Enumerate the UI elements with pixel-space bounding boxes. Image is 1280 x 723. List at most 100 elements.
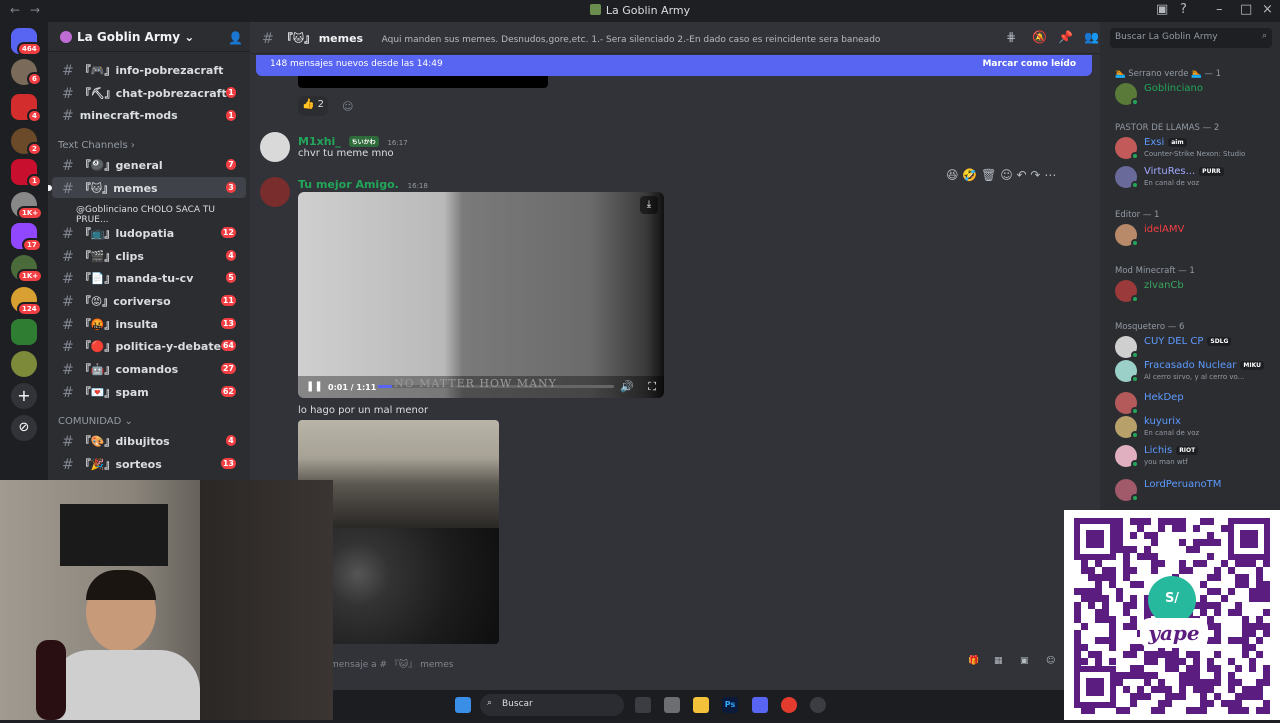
role-header: PASTOR DE LLAMAS — 2 xyxy=(1115,123,1220,133)
app-icon[interactable] xyxy=(810,697,826,713)
photoshop-icon[interactable]: Ps xyxy=(722,697,738,713)
volume-icon[interactable]: 🔊 xyxy=(620,380,634,393)
channel-politica-y-debate[interactable]: # 『🔴』politica-y-debate 64 xyxy=(52,335,246,356)
hash-icon: # xyxy=(262,31,274,47)
emoji-reaction-icon[interactable]: 🗑 xyxy=(981,168,996,182)
server-badge: 17 xyxy=(22,238,42,252)
tv-screen xyxy=(60,504,168,566)
member-name-text: Fracasado Nuclear xyxy=(1144,360,1237,371)
file-explorer-icon[interactable] xyxy=(693,697,709,713)
taskbar: ⌕ Buscar Ps xyxy=(333,690,1064,720)
member-activity: Al cerro sirvo, y al cerro vo... xyxy=(1144,373,1245,381)
member-name: CUY DEL CP SDLG xyxy=(1144,336,1232,347)
channel-spam[interactable]: # 『💌』spam 62 xyxy=(52,381,246,402)
forward-icon[interactable]: ↷ xyxy=(1030,168,1040,182)
add-server-icon[interactable]: + xyxy=(11,383,37,409)
maximize-icon[interactable]: □ xyxy=(1240,2,1252,17)
channel-dibujitos[interactable]: # 『🎨』dibujitos 4 xyxy=(52,430,246,451)
role-header: Editor — 1 xyxy=(1115,210,1160,220)
channel-general[interactable]: # 『🎱』general 7 xyxy=(52,154,246,175)
gif-icon[interactable]: ▦ xyxy=(994,656,1003,666)
help-icon[interactable]: ? xyxy=(1180,2,1187,17)
new-messages-bar[interactable]: 148 mensajes nuevos desde las 14:49 Marc… xyxy=(256,55,1092,76)
minimize-icon[interactable]: – xyxy=(1216,2,1223,17)
channel-chat-pobrezacraft[interactable]: # 『⛏』chat-pobrezacraft 1 xyxy=(52,82,246,103)
door xyxy=(200,480,333,720)
pause-icon[interactable]: ❚❚ xyxy=(306,381,323,392)
channel-insulta[interactable]: # 『🤬』insulta 13 xyxy=(52,313,246,334)
yape-logo: yape xyxy=(1140,618,1208,648)
search-icon: ⌕ xyxy=(1261,31,1267,41)
status-indicator xyxy=(1131,152,1139,160)
add-reaction-icon[interactable]: ☺ xyxy=(1000,168,1013,182)
reply-icon[interactable]: ↶ xyxy=(1017,168,1027,182)
download-icon[interactable]: ⤓ xyxy=(640,196,658,214)
mark-as-read-button[interactable]: Marcar como leído xyxy=(982,59,1076,69)
server-icon[interactable] xyxy=(11,351,37,377)
member-activity: you man wtf xyxy=(1144,458,1188,466)
app-icon[interactable] xyxy=(664,697,680,713)
server-icon[interactable] xyxy=(11,319,37,345)
message-input[interactable]: mensaje a # 『🐱』 memes 🎁 ▦ ▣ ☺ xyxy=(298,650,1084,676)
chrome-icon[interactable] xyxy=(781,697,797,713)
status-indicator xyxy=(1131,407,1139,415)
channel-coriverso[interactable]: # 『😡』coriverso 11 xyxy=(52,290,246,311)
channel-minecraft-mods[interactable]: # minecraft-mods 1 xyxy=(52,105,246,126)
person-hair xyxy=(86,570,156,600)
member-name-text: Goblinciano xyxy=(1144,83,1203,94)
member-activity: En canal de voz xyxy=(1144,179,1200,187)
taskbar-search[interactable]: ⌕ Buscar xyxy=(480,694,624,716)
channel-clips[interactable]: # 『🎬』clips 4 xyxy=(52,245,246,266)
channel-topic[interactable]: Aqui manden sus memes. Desnudos,gore,etc… xyxy=(382,35,881,45)
add-member-icon[interactable]: 👤 xyxy=(228,31,243,45)
inbox-icon[interactable]: ▣ xyxy=(1156,2,1168,17)
status-indicator xyxy=(1131,239,1139,247)
author-name[interactable]: Tu mejor Amigo. xyxy=(298,178,399,191)
title-bar: ← → La Goblin Army ▣ ? – □ × xyxy=(0,0,1280,22)
reaction-thumbs-up[interactable]: 👍 2 xyxy=(298,96,328,116)
member-name: kuyurix xyxy=(1144,416,1181,427)
explore-icon[interactable]: ⊘ xyxy=(11,415,37,441)
add-reaction-icon[interactable]: ☺ xyxy=(342,100,353,113)
avatar[interactable] xyxy=(260,177,290,207)
pin-icon[interactable]: 📌 xyxy=(1058,30,1073,44)
message: M1xhi_ ちいかわ 16:17 chvr tu meme mno xyxy=(298,134,408,159)
message-text: chvr tu meme mno xyxy=(298,148,394,159)
guild-icon xyxy=(589,4,601,15)
mute-icon[interactable]: 🔕 xyxy=(1032,30,1047,44)
emoji-reaction-icon[interactable]: 🤣 xyxy=(962,168,977,182)
member-tag: PURR xyxy=(1199,167,1224,176)
more-icon[interactable]: ⋯ xyxy=(1044,168,1056,182)
channel-memes[interactable]: # 『🐱』memes 3 xyxy=(48,177,246,198)
guild-header[interactable]: La Goblin Army ⌄ 👤 xyxy=(48,22,250,52)
channel-info-pobrezacraft[interactable]: # 『🎮』info-pobrezacraft xyxy=(52,59,246,80)
member-list-icon[interactable]: 👥 xyxy=(1084,30,1099,44)
avatar[interactable] xyxy=(260,132,290,162)
yape-badge: S/ xyxy=(1148,576,1196,624)
channel-sorteos[interactable]: # 『🎉』sorteos 13 xyxy=(52,453,246,474)
fullscreen-icon[interactable]: ⛶ xyxy=(648,380,656,394)
message-text: lo hago por un mal menor xyxy=(298,405,429,416)
close-icon[interactable]: × xyxy=(1262,2,1273,17)
emoji-reaction-icon[interactable]: 😆 xyxy=(946,168,959,182)
channel-comandos[interactable]: # 『🤖』comandos 27 xyxy=(52,358,246,379)
member-name: VirtuRes... PURR xyxy=(1144,166,1224,177)
category-text-channels[interactable]: Text Channels ›+ xyxy=(58,140,307,154)
gift-icon[interactable]: 🎁 xyxy=(968,656,979,666)
category-comunidad[interactable]: COMUNIDAD ⌄+ xyxy=(58,416,305,430)
member-name: idelAMV xyxy=(1144,224,1184,235)
channel-ludopatia[interactable]: # 『📺』ludopatia 12 xyxy=(52,222,246,243)
member-name: Fracasado Nuclear MIKU xyxy=(1144,360,1264,371)
emoji-icon[interactable]: ☺ xyxy=(1046,656,1055,666)
video-player[interactable]: ⤓ ❚❚ 0:01 / 1:11 🔊 ⛶ NO MATTER HOW MANY xyxy=(298,192,664,398)
task-view-icon[interactable] xyxy=(635,697,651,713)
author-name[interactable]: M1xhi_ xyxy=(298,135,341,148)
server-badge: 6 xyxy=(27,72,42,86)
channel-manda-tu-cv[interactable]: # 『📄』manda-tu-cv 5 xyxy=(52,267,246,288)
member-name-text: Exsi xyxy=(1144,137,1165,148)
sticker-icon[interactable]: ▣ xyxy=(1020,656,1029,666)
threads-icon[interactable]: ⋕ xyxy=(1006,30,1016,44)
discord-icon[interactable] xyxy=(752,697,768,713)
search-input[interactable]: Buscar La Goblin Army ⌕ xyxy=(1110,28,1272,48)
windows-start-icon[interactable] xyxy=(455,697,471,713)
